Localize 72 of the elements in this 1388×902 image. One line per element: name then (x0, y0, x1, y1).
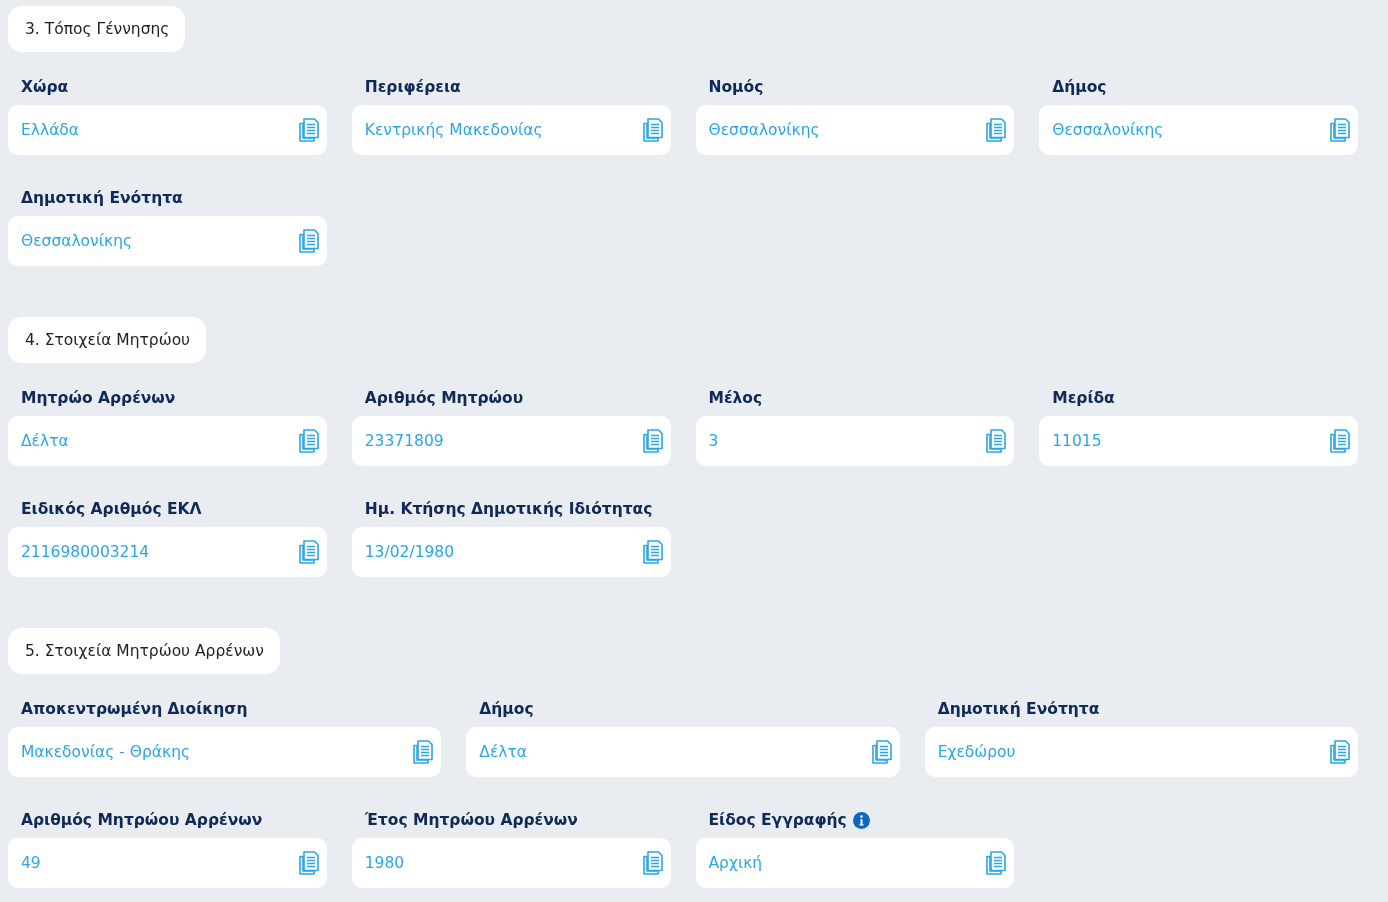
info-icon[interactable] (852, 811, 870, 829)
field-value: 2116980003214 (21, 543, 150, 561)
input-field[interactable]: Θεσσαλονίκης (8, 216, 327, 266)
field-value: 3 (708, 432, 719, 450)
copy-icon[interactable] (298, 540, 319, 564)
copy-icon[interactable] (642, 851, 663, 875)
copy-icon[interactable] (298, 118, 319, 142)
copy-icon[interactable] (298, 229, 319, 253)
input-field[interactable]: Κεντρικής Μακεδονίας (351, 105, 671, 155)
field-value: Ελλάδα (21, 121, 80, 139)
field-label: Αριθμός Μητρώου Αρρένων (21, 810, 263, 830)
copy-icon[interactable] (642, 118, 663, 142)
input-field[interactable]: Αρχική (695, 838, 1015, 888)
input-field[interactable]: Ελλάδα (8, 105, 327, 155)
field-value: 1980 (364, 854, 405, 872)
field-label: Δήμος (479, 699, 534, 719)
field-label: Είδος Εγγραφής (708, 810, 847, 830)
field-label: Νομός (708, 77, 764, 97)
field-label: Μερίδα (1052, 388, 1115, 408)
field-label: Αποκεντρωμένη Διοίκηση (21, 699, 248, 719)
section-title: 3. Τόπος Γέννησης (8, 6, 186, 52)
copy-icon[interactable] (1330, 118, 1350, 142)
input-field[interactable]: 13/02/1980 (351, 527, 671, 577)
field-value: Αρχική (708, 854, 763, 872)
field-label: Μέλος (708, 388, 763, 408)
field-value: 13/02/1980 (364, 543, 455, 561)
copy-icon[interactable] (298, 851, 319, 875)
section-title: 4. Στοιχεία Μητρώου (8, 317, 207, 363)
field-label: Δήμος (1052, 77, 1107, 97)
input-field[interactable]: Εχεδώρου (924, 727, 1358, 777)
copy-icon[interactable] (413, 740, 434, 764)
field-label: Ειδικός Αριθμός ΕΚΛ (21, 499, 202, 519)
input-field[interactable]: Θεσσαλονίκης (1039, 105, 1358, 155)
copy-icon[interactable] (986, 429, 1007, 453)
input-field[interactable]: 3 (695, 416, 1015, 466)
input-field[interactable]: 49 (8, 838, 327, 888)
copy-icon[interactable] (1330, 429, 1350, 453)
copy-icon[interactable] (642, 540, 663, 564)
field-value: 11015 (1052, 432, 1102, 450)
input-field[interactable]: Δέλτα (466, 727, 900, 777)
input-field[interactable]: 23371809 (351, 416, 671, 466)
field-label: Μητρώο Αρρένων (21, 388, 176, 408)
field-label: Δημοτική Ενότητα (937, 699, 1100, 719)
field-label: Χώρα (21, 77, 69, 97)
field-value: 49 (21, 854, 41, 872)
field-label: Ημ. Κτήσης Δημοτικής Ιδιότητας (364, 499, 653, 519)
field-value: Θεσσαλονίκης (1052, 121, 1164, 139)
input-field[interactable]: Δέλτα (8, 416, 327, 466)
copy-icon[interactable] (871, 740, 892, 764)
copy-icon[interactable] (298, 429, 319, 453)
field-label: Δημοτική Ενότητα (21, 188, 183, 208)
field-value: Κεντρικής Μακεδονίας (364, 121, 543, 139)
copy-icon[interactable] (1330, 740, 1350, 764)
field-value: Μακεδονίας - Θράκης (21, 743, 191, 761)
copy-icon[interactable] (986, 118, 1007, 142)
field-label: Αριθμός Μητρώου (364, 388, 524, 408)
field-value: Θεσσαλονίκης (708, 121, 820, 139)
copy-icon[interactable] (642, 429, 663, 453)
copy-icon[interactable] (986, 851, 1007, 875)
input-field[interactable]: 2116980003214 (8, 527, 327, 577)
field-label: Έτος Μητρώου Αρρένων (364, 810, 578, 830)
input-field[interactable]: Θεσσαλονίκης (695, 105, 1015, 155)
field-value: Δέλτα (479, 743, 528, 761)
field-value: Θεσσαλονίκης (21, 232, 133, 250)
input-field[interactable]: Μακεδονίας - Θράκης (8, 727, 442, 777)
field-value: Εχεδώρου (937, 743, 1016, 761)
field-label: Περιφέρεια (364, 77, 461, 97)
field-value: 23371809 (364, 432, 444, 450)
field-value: Δέλτα (21, 432, 69, 450)
input-field[interactable]: 11015 (1039, 416, 1358, 466)
input-field[interactable]: 1980 (351, 838, 671, 888)
section-title: 5. Στοιχεία Μητρώου Αρρένων (8, 628, 280, 674)
